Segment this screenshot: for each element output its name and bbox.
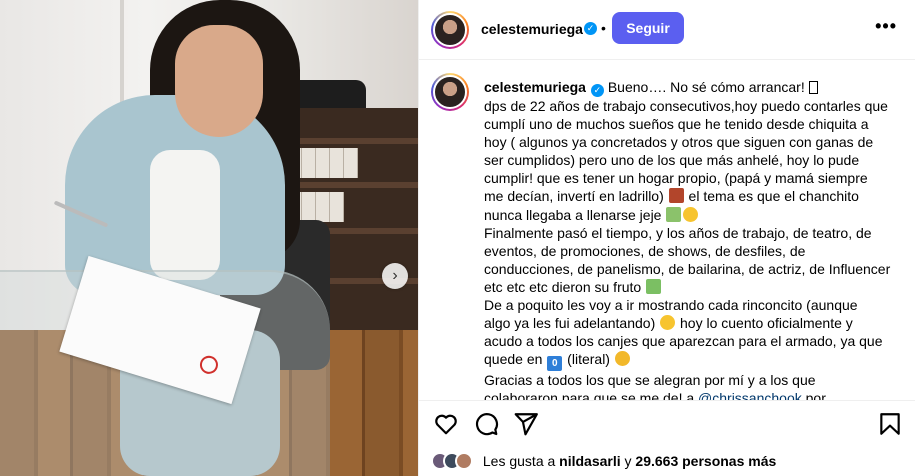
follow-button[interactable]: Seguir xyxy=(612,12,684,44)
caption-line: Gracias a todos los que se alegran por m… xyxy=(484,372,816,389)
more-options-icon[interactable]: ••• xyxy=(875,16,897,37)
caption-text: hoy lo cuento oficialmente y xyxy=(676,315,853,332)
caption-text: etc etc etc dieron su fruto xyxy=(484,278,646,295)
chevron-right-icon: › xyxy=(392,267,398,284)
avatar[interactable] xyxy=(431,11,469,49)
bookmark-icon[interactable] xyxy=(877,411,903,437)
post-header: celestemuriega ✓ • Seguir ••• xyxy=(419,0,915,60)
caption-text: colaboraron para que se me de! a xyxy=(484,390,699,400)
action-bar xyxy=(419,400,915,446)
caption-text: me decían, invertí en ladrillo) xyxy=(484,188,668,205)
caption-line: dps de 22 años de trabajo consecutivos,h… xyxy=(484,98,888,114)
caption-text: por xyxy=(801,390,826,400)
caption-line: ser cumplidos) pero uno de los que más a… xyxy=(484,152,860,169)
caption-area: celestemuriega ✓ Bueno…. No sé cómo arran… xyxy=(419,61,915,400)
caption-avatar[interactable] xyxy=(431,73,469,111)
post-photo[interactable]: › xyxy=(0,0,418,476)
verified-badge-icon: ✓ xyxy=(584,22,597,35)
brick-emoji-icon xyxy=(668,188,684,204)
likes-conjunction: y xyxy=(624,453,632,469)
caption-text: Bueno…. No sé cómo arrancar! xyxy=(607,79,809,95)
likes-prefix: Les gusta a xyxy=(482,453,556,469)
caption-line: cumplir! que es tener un hogar propio, (… xyxy=(484,170,868,187)
caption-text: (literal) xyxy=(563,351,614,368)
caption: celestemuriega ✓ Bueno…. No sé cómo arran… xyxy=(484,78,894,400)
caption-line: eventos, de promociones, de shows, de de… xyxy=(484,242,806,259)
tongue-face-emoji-icon xyxy=(660,315,676,331)
caption-line: conducciones, de panelismo, de bailarina… xyxy=(484,260,891,277)
money-emoji-icon xyxy=(666,206,682,222)
caption-text: algo ya les fui adelantando) xyxy=(484,315,660,332)
caption-line: Finalmente pasó el tiempo, y los años de… xyxy=(484,224,872,241)
white-shirt xyxy=(150,150,220,280)
zero-keycap-emoji-icon: 0 xyxy=(547,356,563,372)
laughing-emoji-icon xyxy=(614,351,630,367)
caption-username[interactable]: celestemuriega xyxy=(484,79,586,95)
post-side-panel: celestemuriega ✓ • Seguir ••• celestemur… xyxy=(418,0,915,476)
heart-icon[interactable] xyxy=(433,411,459,437)
caption-line: hoy ( algunos ya concretados y otros que… xyxy=(484,134,874,151)
caption-text: el tema es que el chanchito xyxy=(684,188,859,205)
likes-count[interactable]: 29.663 personas más xyxy=(635,453,776,469)
caption-text: nunca llegaba a llenarse jeje xyxy=(484,206,666,223)
comment-icon[interactable] xyxy=(473,411,499,437)
next-image-button[interactable]: › xyxy=(382,263,408,289)
liker-avatar[interactable] xyxy=(455,452,473,470)
caption-text: quede en xyxy=(484,351,547,368)
share-icon[interactable] xyxy=(513,411,539,437)
mention-link[interactable]: @chrissanchook xyxy=(698,390,802,400)
house-emoji-icon xyxy=(646,278,662,294)
header-username[interactable]: celestemuriega xyxy=(481,21,583,37)
tongue-face-emoji-icon xyxy=(683,206,699,222)
separator-dot: • xyxy=(601,20,606,36)
person-face xyxy=(175,25,263,137)
likes-summary: Les gusta a nildasarli y 29.663 personas… xyxy=(431,452,776,472)
liker-username[interactable]: nildasarli xyxy=(559,453,620,469)
caption-line: cumplí uno de muchos sueños que he tenid… xyxy=(484,116,869,133)
caption-line: De a poquito les voy a ir mostrando cada… xyxy=(484,297,858,314)
unknown-glyph-icon xyxy=(808,81,818,94)
caption-line: acudo a todos los canjes que aparezcan p… xyxy=(484,333,883,350)
verified-badge-icon: ✓ xyxy=(590,84,604,97)
